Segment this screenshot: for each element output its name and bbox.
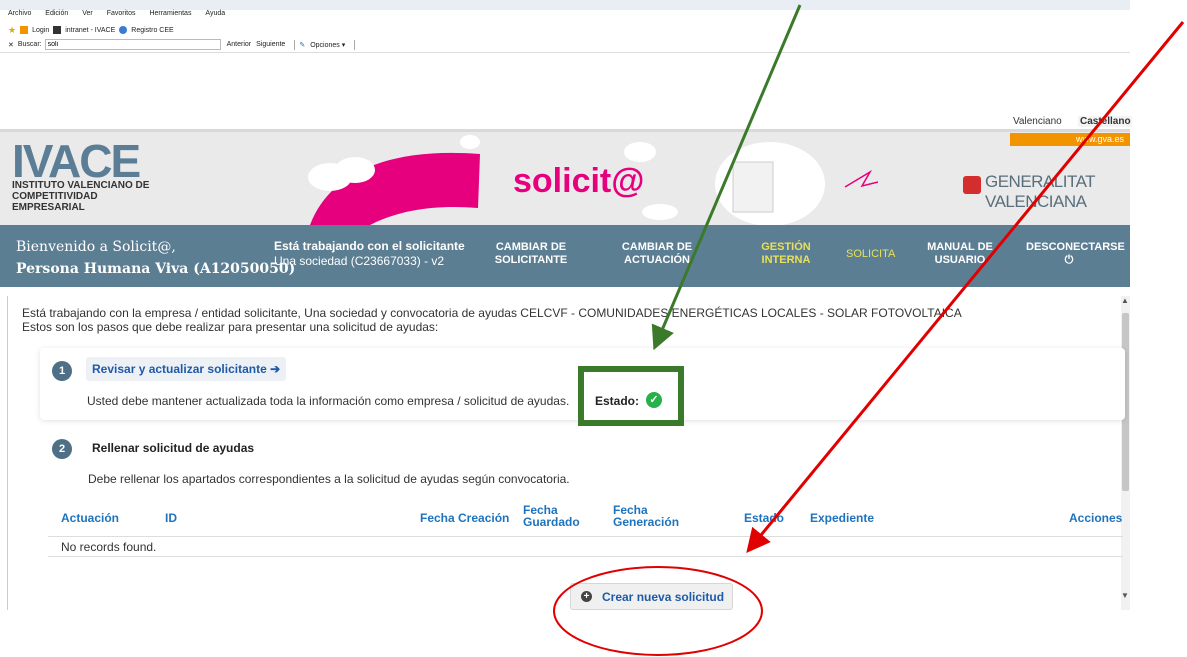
lang-valenciano[interactable]: Valenciano [1013,116,1062,127]
welcome-text: Bienvenido a Solicit@, Persona Humana Vi… [16,236,295,280]
find-separator [294,39,296,50]
cloud-shape-5 [642,204,678,220]
menu-herramientas[interactable]: Herramientas [149,10,191,17]
ie-fav-icon [119,26,128,34]
table-header [48,502,1123,537]
nav-cambiar-solicitante-l2: SOLICITANTE [494,254,568,266]
favorites-bar: ★ Login intranet - IVACE Registro CEE [0,23,1130,37]
menu-favoritos[interactable]: Favoritos [107,10,136,17]
star-icon: ★ [8,24,17,35]
nav-desconectarse[interactable]: DESCONECTARSE ⏻ [1026,241,1130,267]
browser-menu-bar: Archivo Edición Ver Favoritos Herramient… [0,10,1130,23]
menu-archivo[interactable]: Archivo [8,10,31,17]
nav-cambiar-solicitante-l1: CAMBIAR DE [495,241,567,253]
login-fav-icon [20,26,29,34]
nav-gestion-interna[interactable]: GESTIÓN INTERNA [756,241,816,267]
col-fecha-creacion[interactable]: Fecha Creación [420,512,509,524]
working-line2: Una sociedad (C23667033) - v2 [274,254,445,268]
step1-number: 1 [52,361,72,381]
gva-link[interactable]: www.gva.es [1010,133,1130,146]
find-label: Buscar: [17,41,42,48]
welcome-line1: Bienvenido a Solicit@, [16,239,176,255]
door-shape [732,161,774,213]
scroll-up-icon[interactable]: ▲ [1121,296,1129,305]
step2-title: Rellenar solicitud de ayudas [92,441,255,455]
find-prev-button[interactable]: Anterior [227,41,252,48]
crear-nueva-solicitud-button[interactable]: + Crear nueva solicitud [570,583,733,610]
plus-circle-icon: + [581,591,592,603]
nav-manual-l2: USUARIO [934,254,986,266]
gv-emblem-icon [963,176,981,194]
lang-castellano[interactable]: Castellano [1078,116,1132,127]
green-highlight-box [578,366,684,426]
nav-manual-l1: MANUAL DE [927,241,993,253]
no-records-message: No records found. [61,540,157,554]
col-expediente[interactable]: Expediente [810,512,874,524]
nav-gestion-l1: GESTIÓN [761,241,811,253]
menu-edicion[interactable]: Edición [45,10,68,17]
cloud-shape-3 [460,135,480,149]
working-line1: Está trabajando con el solicitante [274,239,465,253]
nav-gestion-l2: INTERNA [761,254,811,266]
intro-line2: Estos son los pasos que debe realizar pa… [22,320,439,334]
find-bar: ✕ Buscar: Anterior Siguiente ✎ Opciones … [0,37,1130,53]
col-actuacion[interactable]: Actuación [61,512,119,524]
fav-registro[interactable]: Registro CEE [131,27,173,34]
find-next-button[interactable]: Siguiente [256,41,285,48]
nav-cambiar-actuacion[interactable]: CAMBIAR DE ACTUACIÓN [617,241,697,267]
menu-ayuda[interactable]: Ayuda [205,10,225,17]
fav-intranet[interactable]: intranet - IVACE [65,27,115,34]
crear-nueva-solicitud-label: Crear nueva solicitud [602,590,725,604]
nav-cambiar-solicitante[interactable]: CAMBIAR DE SOLICITANTE [488,241,574,267]
welcome-user: Persona Humana Viva (A12050050) [16,261,296,277]
working-with: Está trabajando con el solicitante Una s… [274,239,465,269]
intranet-fav-icon [53,26,62,34]
close-find-icon[interactable]: ✕ [8,41,14,49]
cloud-shape-4 [624,142,656,162]
cloud-shape-2 [335,157,375,183]
ivace-subtitle: INSTITUTO VALENCIANO DE COMPETITIVIDAD E… [12,180,150,213]
table-bottom-border [48,556,1123,557]
col-id[interactable]: ID [165,512,177,524]
ivace-logo[interactable]: IVACE [12,138,141,184]
nav-manual-usuario[interactable]: MANUAL DE USUARIO [924,241,996,267]
revisar-solicitante-link[interactable]: Revisar y actualizar solicitante ➔ [86,357,287,381]
menu-ver[interactable]: Ver [82,10,93,17]
language-bar [0,112,1130,130]
browser-tab-strip [0,0,1130,10]
find-input[interactable] [44,39,221,50]
fav-login[interactable]: Login [32,27,49,34]
power-icon: ⏻ [1064,254,1074,266]
step2-number: 2 [52,439,72,459]
col-estado[interactable]: Estado [744,512,784,524]
intro-line1: Está trabajando con la empresa / entidad… [22,306,962,320]
gv-logo[interactable]: GENERALITAT VALENCIANA [985,172,1187,212]
col-fecha-generacion[interactable]: Fecha Generación [613,504,693,528]
find-options-button[interactable]: Opciones ▾ [310,41,345,49]
find-separator-end [354,39,356,50]
nav-desconectarse-label: DESCONECTARSE [1026,241,1125,253]
col-acciones: Acciones [1069,512,1123,524]
pencil-icon: ✎ [299,41,306,49]
nav-cambiar-actuacion-l1: CAMBIAR DE [621,241,693,253]
step1-description: Usted debe mantener actualizada toda la … [87,394,570,408]
intro-text: Está trabajando con la empresa / entidad… [22,306,962,334]
app-title: solicit@ [513,162,645,200]
col-fecha-guardado[interactable]: Fecha Guardado [523,504,581,528]
nav-solicita[interactable]: SOLICITA [846,248,895,261]
scroll-down-icon[interactable]: ▼ [1121,591,1129,600]
airplane-icon [844,169,879,188]
nav-cambiar-actuacion-l2: ACTUACIÓN [624,254,690,266]
step2-description: Debe rellenar los apartados correspondie… [88,472,570,486]
